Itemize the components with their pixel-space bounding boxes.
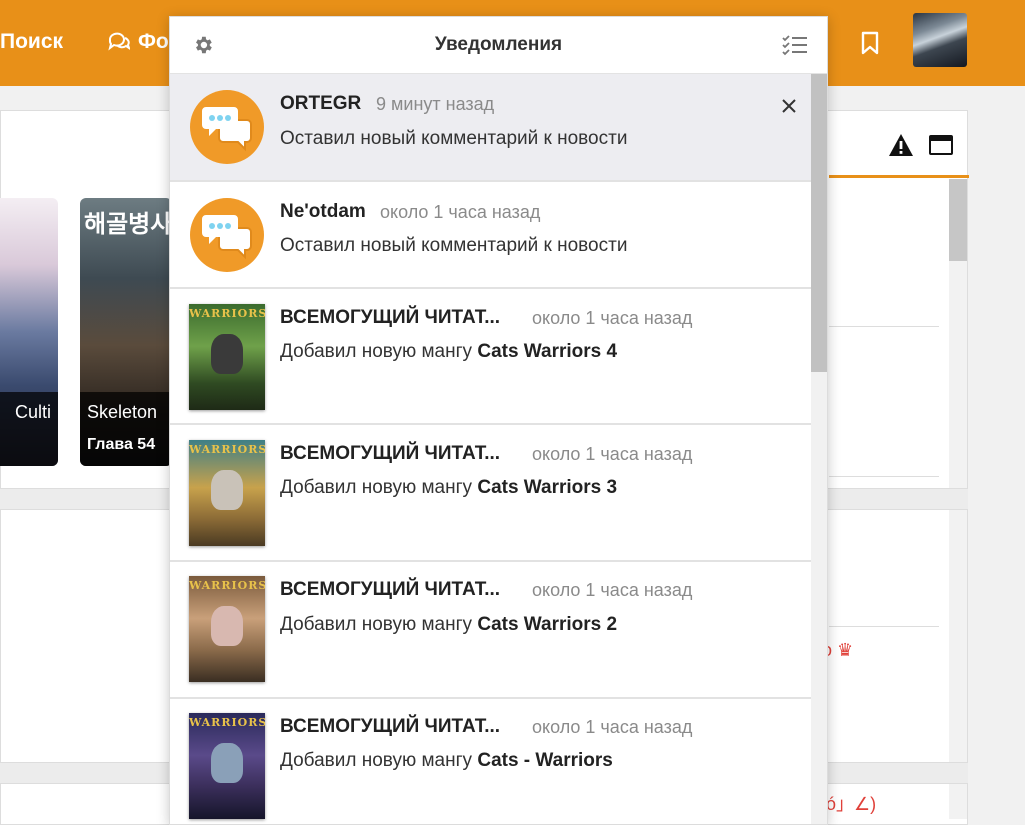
notification-text: Добавил новую мангу Cats Warriors 4: [280, 341, 617, 363]
cover-art: [211, 743, 243, 783]
cover-label: WARRIORS: [189, 443, 265, 456]
notification-author[interactable]: ORTEGR: [280, 93, 361, 115]
notification-time: 9 минут назад: [376, 94, 495, 114]
page-scrollbar-thumb[interactable]: [949, 179, 967, 261]
manga-card-title: Culti: [14, 402, 51, 422]
notification-text: Добавил новую мангу Cats Warriors 3: [280, 477, 617, 499]
notifications-dropdown: Уведомления ORTEGR 9 минут назад Оставил…: [169, 16, 828, 825]
manga-card-korean-title: 해골병사: [84, 211, 172, 238]
notification-action: Добавил новую мангу: [280, 614, 473, 635]
notification-time: около 1 часа назад: [532, 717, 693, 737]
cover-art: [211, 606, 243, 646]
notification-author[interactable]: ВСЕМОГУЩИЙ ЧИТАТ...: [280, 307, 500, 329]
manga-title-link[interactable]: Cats Warriors 4: [477, 341, 617, 362]
notifications-scrollbar[interactable]: [811, 74, 827, 824]
chat-icon: [108, 32, 130, 51]
notification-time: около 1 часа назад: [532, 580, 693, 600]
manga-cover-image[interactable]: WARRIORS: [189, 304, 265, 410]
window-icon[interactable]: [929, 135, 953, 155]
notification-item[interactable]: WARRIORS ВСЕМОГУЩИЙ ЧИТАТ... около 1 час…: [170, 699, 811, 824]
divider: [829, 626, 939, 627]
manga-title-link[interactable]: Cats - Warriors: [477, 750, 613, 771]
notification-item[interactable]: WARRIORS ВСЕМОГУЩИЙ ЧИТАТ... около 1 час…: [170, 289, 811, 425]
manga-card[interactable]: Culti: [0, 198, 58, 466]
manga-cover-image[interactable]: WARRIORS: [189, 440, 265, 546]
notification-action: Добавил новую мангу: [280, 750, 473, 771]
cover-art: [211, 334, 243, 374]
cover-art: [211, 470, 243, 510]
notification-time: около 1 часа назад: [532, 308, 693, 328]
cover-label: WARRIORS: [189, 307, 265, 320]
warning-icon[interactable]: [888, 133, 914, 157]
notification-time: около 1 часа назад: [532, 444, 693, 464]
manga-title-link[interactable]: Cats Warriors 2: [477, 614, 617, 635]
divider: [829, 326, 939, 327]
active-tab-underline: [829, 175, 969, 178]
bookmark-icon[interactable]: [858, 31, 882, 55]
user-avatar[interactable]: [913, 13, 967, 67]
notification-item[interactable]: ORTEGR 9 минут назад Оставил новый комме…: [170, 74, 811, 182]
cover-label: WARRIORS: [189, 579, 265, 592]
mark-all-read-icon[interactable]: [782, 34, 808, 56]
nav-search-link[interactable]: Поиск: [0, 30, 63, 54]
notification-text: Добавил новую мангу Cats - Warriors: [280, 750, 613, 772]
notification-author[interactable]: ВСЕМОГУЩИЙ ЧИТАТ...: [280, 716, 500, 738]
comment-bubble-icon: [190, 198, 264, 272]
notification-text: Оставил новый комментарий к новости: [280, 128, 628, 149]
comment-snippet: ó」∠): [826, 794, 877, 814]
manga-card-caption: Culti: [0, 392, 58, 466]
divider: [829, 476, 939, 477]
notification-action: Добавил новую мангу: [280, 477, 473, 498]
manga-card-chapter: Глава 54: [87, 436, 156, 453]
notification-time: около 1 часа назад: [380, 202, 541, 222]
notification-text: Добавил новую мангу Cats Warriors 2: [280, 614, 617, 636]
notifications-list: ORTEGR 9 минут назад Оставил новый комме…: [170, 74, 811, 824]
nav-forum-label: Фо: [138, 30, 169, 53]
manga-card[interactable]: 해골병사 Skeleton Глава 54: [80, 198, 172, 466]
comment-bubble-icon: [190, 90, 264, 164]
notification-author[interactable]: ВСЕМОГУЩИЙ ЧИТАТ...: [280, 579, 500, 601]
notifications-header: Уведомления: [170, 17, 827, 74]
manga-cover-image[interactable]: WARRIORS: [189, 713, 265, 819]
notification-action: Добавил новую мангу: [280, 341, 473, 362]
notification-item[interactable]: WARRIORS ВСЕМОГУЩИЙ ЧИТАТ... около 1 час…: [170, 562, 811, 699]
cover-label: WARRIORS: [189, 716, 265, 729]
notification-item[interactable]: WARRIORS ВСЕМОГУЩИЙ ЧИТАТ... около 1 час…: [170, 425, 811, 562]
manga-cover-image[interactable]: WARRIORS: [189, 576, 265, 682]
notification-item[interactable]: Ne'otdam около 1 часа назад Оставил новы…: [170, 182, 811, 289]
notification-author[interactable]: ВСЕМОГУЩИЙ ЧИТАТ...: [280, 443, 500, 465]
notification-text: Оставил новый комментарий к новости: [280, 235, 628, 256]
notifications-title: Уведомления: [434, 34, 563, 55]
close-icon[interactable]: [779, 96, 799, 116]
nav-forum-link[interactable]: Фо: [108, 30, 169, 54]
manga-title-link[interactable]: Cats Warriors 3: [477, 477, 617, 498]
manga-card-title: Skeleton: [87, 402, 158, 422]
notifications-scrollbar-thumb[interactable]: [811, 74, 827, 372]
notification-author[interactable]: Ne'otdam: [280, 201, 366, 223]
manga-card-caption: Skeleton Глава 54: [80, 392, 172, 466]
